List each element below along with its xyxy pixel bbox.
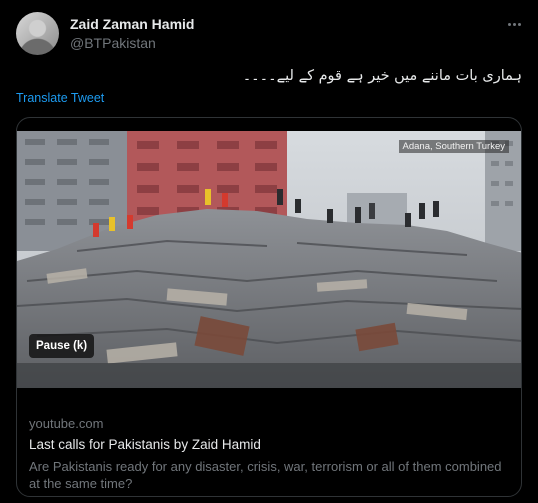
- card-info[interactable]: youtube.com Last calls for Pakistanis by…: [29, 416, 509, 492]
- translate-tweet-link[interactable]: Translate Tweet: [16, 91, 104, 105]
- more-options-icon[interactable]: [500, 12, 528, 36]
- link-card[interactable]: Adana, Southern Turkey Pause (k) youtube…: [16, 117, 522, 497]
- author-handle[interactable]: @BTPakistan: [70, 35, 156, 51]
- author-name[interactable]: Zaid Zaman Hamid: [70, 16, 194, 32]
- card-domain: youtube.com: [29, 416, 104, 431]
- card-description: Are Pakistanis ready for any disaster, c…: [29, 459, 502, 491]
- tweet: Zaid Zaman Hamid @BTPakistan ہماری بات م…: [0, 0, 538, 503]
- avatar[interactable]: [16, 12, 59, 55]
- tweet-text: ہماری بات ماننے میں خیر ہے قوم کے لیے۔۔۔…: [242, 68, 522, 84]
- card-title[interactable]: Last calls for Pakistanis by Zaid Hamid: [29, 437, 509, 452]
- pause-button[interactable]: Pause (k): [29, 334, 95, 358]
- video-location-caption: Adana, Southern Turkey: [398, 140, 509, 153]
- video-player[interactable]: Adana, Southern Turkey Pause (k): [17, 131, 521, 388]
